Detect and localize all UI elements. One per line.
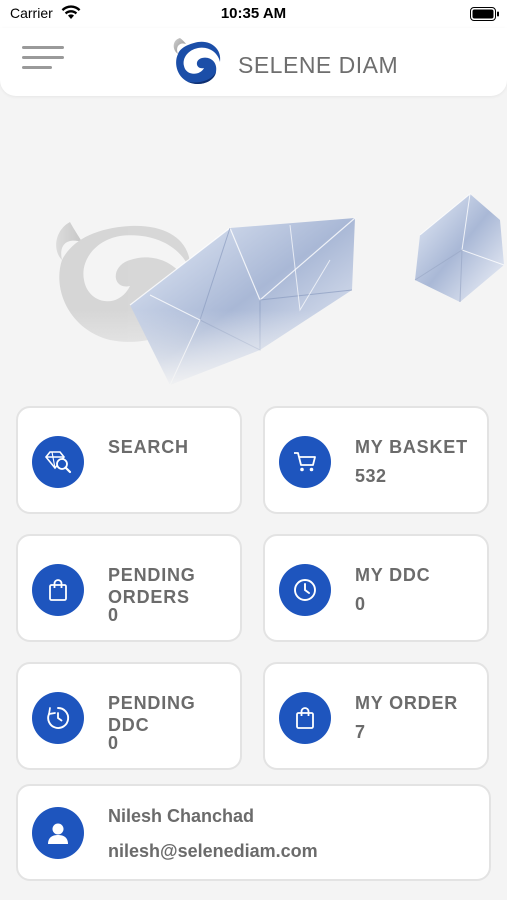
my-basket-label: MY BASKET bbox=[355, 437, 468, 457]
user-icon bbox=[32, 807, 84, 859]
cart-icon bbox=[279, 436, 331, 488]
brand-name: SELENE DIAM bbox=[238, 52, 399, 78]
clock-time: 10:35 AM bbox=[220, 5, 287, 22]
my-basket-count: 532 bbox=[355, 466, 387, 486]
user-name: Nilesh Chanchad bbox=[108, 806, 255, 826]
my-ddc-tile[interactable]: MY DDC 0 bbox=[263, 534, 489, 642]
clock-icon bbox=[279, 564, 331, 616]
my-order-tile[interactable]: MY ORDER 7 bbox=[263, 662, 489, 770]
diamond-search-icon bbox=[32, 436, 84, 488]
my-order-label: MY ORDER bbox=[355, 693, 459, 713]
my-ddc-count: 0 bbox=[355, 594, 366, 614]
my-ddc-label: MY DDC bbox=[355, 565, 431, 585]
my-order-count: 7 bbox=[355, 722, 366, 742]
pending-orders-tile[interactable]: PENDING ORDERS 0 bbox=[16, 534, 242, 642]
hero-banner bbox=[0, 180, 507, 390]
pending-orders-count: 0 bbox=[108, 605, 119, 625]
shopping-bag-icon bbox=[279, 692, 331, 744]
menu-button[interactable] bbox=[22, 46, 66, 76]
app-header: SELENE DIAM bbox=[0, 28, 507, 96]
user-email: nilesh@selenediam.com bbox=[108, 841, 318, 861]
pending-orders-label: PENDING ORDERS bbox=[108, 565, 196, 607]
diamond-image-small bbox=[414, 192, 505, 303]
pending-ddc-label: PENDING DDC bbox=[108, 693, 196, 735]
battery-icon bbox=[470, 7, 500, 25]
shopping-bag-icon bbox=[32, 564, 84, 616]
my-basket-tile[interactable]: MY BASKET 532 bbox=[263, 406, 489, 514]
status-bar: Carrier 10:35 AM bbox=[0, 0, 507, 30]
search-tile[interactable]: SEARCH bbox=[16, 406, 242, 514]
pending-ddc-count: 0 bbox=[108, 733, 119, 753]
search-label: SEARCH bbox=[108, 437, 189, 457]
brand-logo bbox=[166, 32, 224, 88]
pending-ddc-tile[interactable]: PENDING DDC 0 bbox=[16, 662, 242, 770]
hamburger-menu-icon bbox=[22, 46, 64, 49]
timer-icon bbox=[32, 692, 84, 744]
user-profile-card[interactable]: Nilesh Chanchad nilesh@selenediam.com bbox=[16, 784, 491, 881]
